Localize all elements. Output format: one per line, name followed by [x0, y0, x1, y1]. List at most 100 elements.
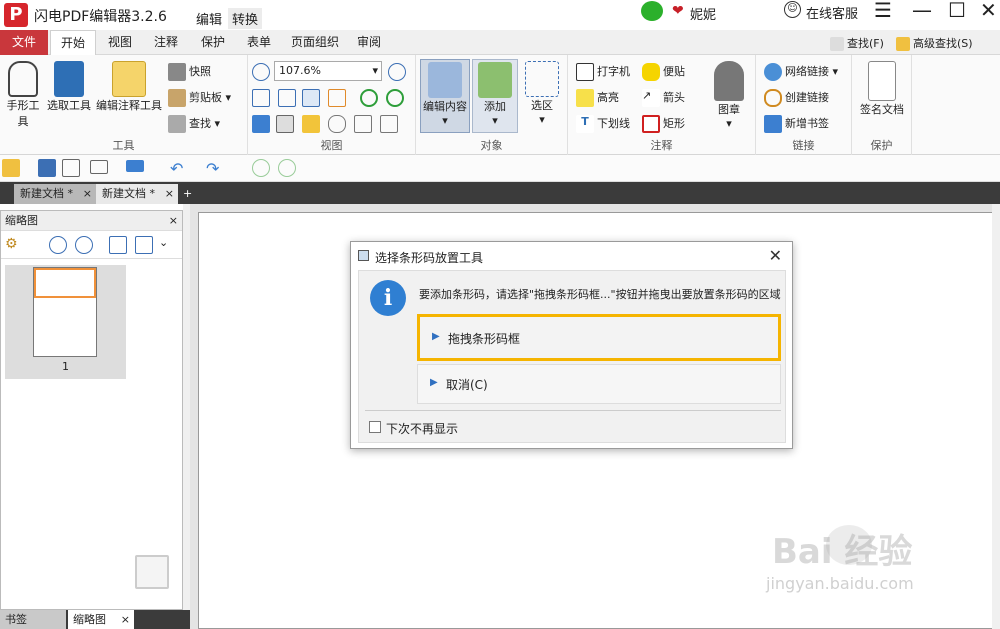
close-icon[interactable]: ✕	[769, 246, 782, 265]
tab-protect[interactable]: 保护	[192, 30, 234, 55]
heart-icon: ❤	[672, 3, 684, 19]
rotate-left-icon[interactable]	[109, 236, 127, 254]
cloud-icon[interactable]	[126, 160, 144, 172]
page-number: 1	[62, 360, 69, 373]
actual-size-icon[interactable]	[252, 89, 270, 107]
arrow-button[interactable]: ↗ 箭头	[642, 89, 685, 107]
forward-icon[interactable]	[278, 159, 296, 177]
advanced-find-button[interactable]: 高级查找(S)	[896, 35, 973, 51]
snapshot-button[interactable]: 快照	[168, 63, 211, 81]
bookmark-icon[interactable]	[252, 115, 270, 133]
dont-show-checkbox[interactable]	[369, 421, 381, 433]
user-name[interactable]: 妮妮	[690, 4, 716, 23]
sign-doc-button[interactable]: 签名文档	[856, 61, 908, 117]
app-logo: P	[4, 3, 28, 27]
tab-bookmarks[interactable]: 书签	[0, 610, 66, 629]
add-button[interactable]: 添加 ▾	[472, 59, 518, 133]
select-tool-button[interactable]: 选取工具	[46, 61, 92, 113]
rotate-left-icon[interactable]	[360, 89, 378, 107]
page-thumbnail[interactable]: 1	[5, 265, 126, 379]
maximize-button[interactable]: ☐	[948, 0, 966, 22]
edit-annot-button[interactable]: 编辑注释工具	[94, 61, 164, 113]
undo-icon[interactable]: ↶	[170, 159, 188, 178]
rotate-right-icon[interactable]	[135, 236, 153, 254]
zoom-input[interactable]: 107.6% ▾	[274, 61, 382, 81]
sticky-button[interactable]: 便贴	[642, 63, 685, 81]
new-bookmark-button[interactable]: 新增书签	[764, 115, 829, 133]
bookmark-add-icon	[764, 115, 782, 133]
close-button[interactable]: ✕	[980, 0, 997, 22]
splitter[interactable]	[183, 204, 190, 629]
underline-button[interactable]: T 下划线	[576, 115, 630, 133]
highlight-button[interactable]: 高亮	[576, 89, 619, 107]
minimize-button[interactable]: —	[912, 0, 932, 22]
tab-organize[interactable]: 页面组织	[285, 30, 345, 55]
tab-comment[interactable]: 注释	[145, 30, 187, 55]
underline-icon: T	[576, 115, 594, 133]
menu-convert[interactable]: 转换	[228, 8, 263, 29]
web-link-button[interactable]: 网络链接 ▾	[764, 63, 838, 81]
tab-form[interactable]: 表单	[238, 30, 280, 55]
find-button[interactable]: 查找(F)	[830, 35, 884, 51]
panel-header: 缩略图 ×	[1, 211, 182, 231]
group-caption: 工具	[112, 139, 135, 152]
tab-review[interactable]: 审阅	[349, 30, 389, 55]
find-icon	[830, 37, 844, 51]
find-tool-button[interactable]: 查找 ▾	[168, 115, 220, 133]
save-icon[interactable]	[38, 159, 56, 177]
camera-icon	[168, 63, 186, 81]
scrollbar[interactable]	[992, 204, 1000, 629]
wechat-icon[interactable]	[641, 1, 663, 21]
rect-button[interactable]: 矩形	[642, 115, 685, 133]
doc-tab-1[interactable]: 新建文档 * ×	[14, 184, 96, 204]
close-icon[interactable]: ×	[169, 211, 178, 231]
tab-view[interactable]: 视图	[100, 30, 140, 55]
chevron-down-icon[interactable]: ⌄	[159, 236, 177, 254]
open-folder-icon[interactable]	[2, 159, 20, 177]
rotate-right-icon[interactable]	[386, 89, 404, 107]
hand-tool-button[interactable]: 手形工具	[2, 61, 44, 129]
group-caption: 视图	[320, 139, 343, 152]
add-tab-button[interactable]: +	[180, 184, 196, 204]
tab-home[interactable]: 开始	[50, 30, 96, 55]
smile-icon[interactable]: ☺	[784, 1, 801, 18]
redo-icon[interactable]: ↷	[206, 159, 224, 178]
menu-edit[interactable]: 编辑	[192, 8, 226, 29]
tab-file[interactable]: 文件	[0, 30, 48, 55]
dialog-message: 要添加条形码，请选择"拖拽条形码框..."按钮并拖曳出要放置条形码的区域	[419, 288, 781, 301]
doc-tab-2[interactable]: 新建文档 * ×	[96, 184, 178, 204]
search-icon	[168, 115, 186, 133]
gear-icon[interactable]: ⚙	[5, 236, 23, 254]
zoom-in-icon[interactable]	[388, 63, 406, 81]
menu-icon[interactable]: ☰	[874, 0, 892, 22]
typewriter-button[interactable]: 打字机	[576, 63, 630, 81]
close-icon[interactable]: ×	[165, 184, 174, 204]
zoom-out-icon[interactable]	[252, 63, 270, 81]
zoom-out-icon[interactable]	[75, 236, 93, 254]
close-icon[interactable]: ×	[83, 184, 92, 204]
drag-barcode-button[interactable]: ▶ 拖拽条形码框	[417, 314, 781, 361]
cancel-button[interactable]: ▶ 取消(C)	[417, 364, 781, 404]
create-link-button[interactable]: 创建链接	[764, 89, 829, 107]
stamp-button[interactable]: 图章 ▾	[706, 61, 752, 130]
document-icon[interactable]	[354, 115, 372, 133]
attachment-icon[interactable]	[328, 115, 346, 133]
online-service-link[interactable]: 在线客服	[806, 3, 858, 22]
tab-thumbnails[interactable]: 缩略图 ×	[68, 610, 134, 629]
sticky-icon	[642, 63, 660, 81]
select-area-icon	[525, 61, 559, 97]
zoom-in-icon[interactable]	[49, 236, 67, 254]
select-area-button[interactable]: 选区 ▾	[520, 59, 564, 133]
print-icon[interactable]	[62, 159, 80, 177]
back-icon[interactable]	[252, 159, 270, 177]
fit-page-icon[interactable]	[278, 89, 296, 107]
fit-visible-icon[interactable]	[328, 89, 346, 107]
edit-content-button[interactable]: 编辑内容 ▾	[420, 59, 470, 133]
close-icon[interactable]: ×	[121, 610, 130, 629]
clipboard-button[interactable]: 剪贴板 ▾	[168, 89, 231, 107]
fit-width-icon[interactable]	[302, 89, 320, 107]
email-icon[interactable]	[90, 160, 108, 174]
doc-settings-icon[interactable]	[380, 115, 398, 133]
comment-icon[interactable]	[302, 115, 320, 133]
pages-icon[interactable]	[276, 115, 294, 133]
